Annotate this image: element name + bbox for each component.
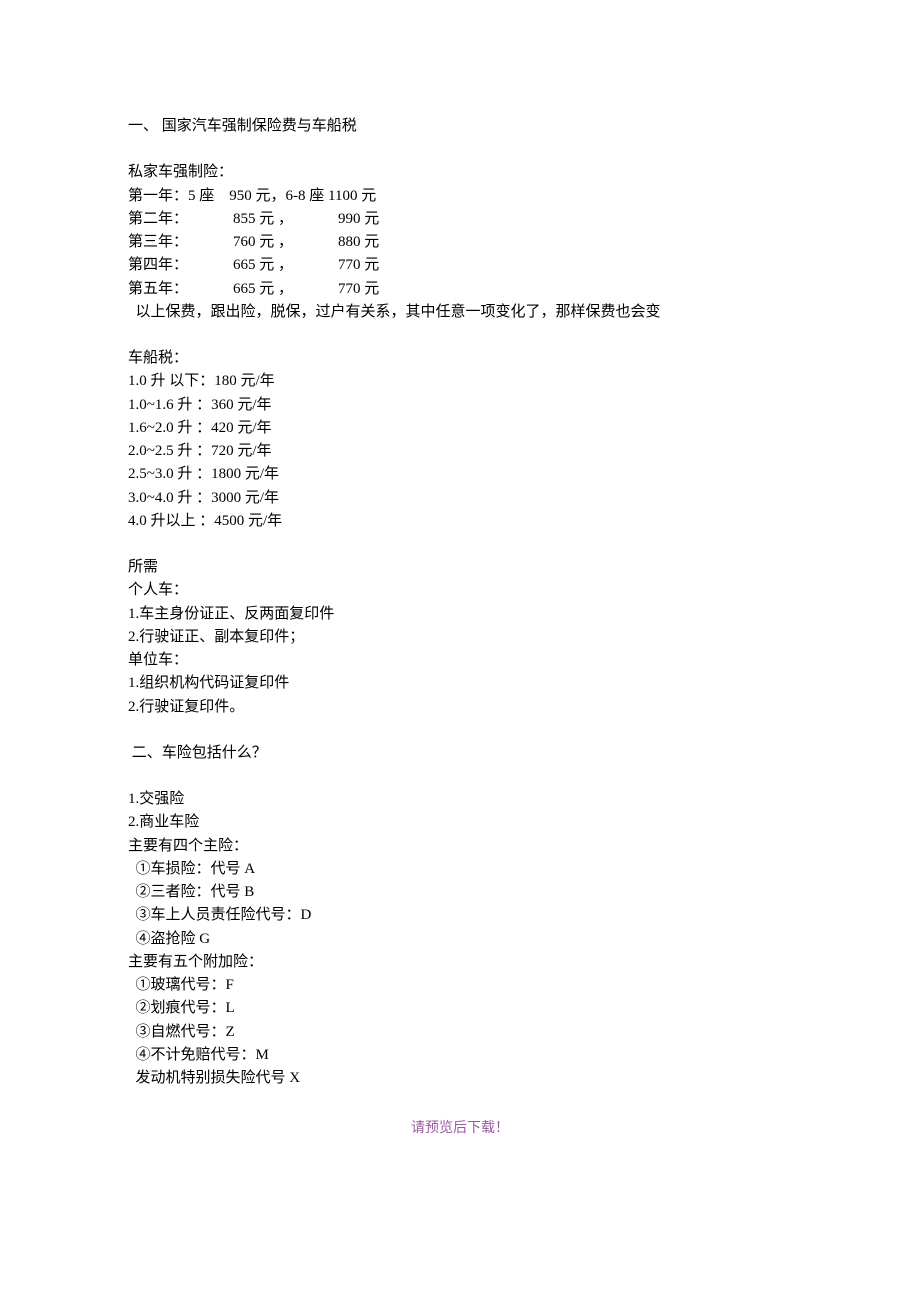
section-1-title-block: 一、 国家汽车强制保险费与车船税 <box>128 115 792 138</box>
req-personal-item: 1.车主身份证正、反两面复印件 <box>128 603 792 626</box>
document-page: 一、 国家汽车强制保险费与车船税 私家车强制险： 第一年：5 座 950 元，6… <box>0 0 920 1170</box>
s2-item: 1.交强险 <box>128 788 792 811</box>
req-personal-item: 2.行驶证正、副本复印件； <box>128 626 792 649</box>
main-insurance-item: ②三者险：代号 B <box>128 881 792 904</box>
addon-insurance-item: ④不计免赔代号：M <box>128 1044 792 1067</box>
req-heading: 所需 <box>128 556 792 579</box>
section-2-body: 1.交强险 2.商业车险 主要有四个主险： ①车损险：代号 A ②三者险：代号 … <box>128 788 792 1090</box>
compulsory-block: 私家车强制险： 第一年：5 座 950 元，6-8 座 1100 元 第二年： … <box>128 161 792 324</box>
tax-heading: 车船税： <box>128 347 792 370</box>
compulsory-row: 第五年： 665 元 ， 770 元 <box>128 278 792 301</box>
tax-row: 1.0~1.6 升 ：360 元/年 <box>128 394 792 417</box>
compulsory-heading: 私家车强制险： <box>128 161 792 184</box>
section-1-title: 一、 国家汽车强制保险费与车船税 <box>128 115 792 138</box>
req-unit-heading: 单位车： <box>128 649 792 672</box>
main-insurance-item: ③车上人员责任险代号：D <box>128 904 792 927</box>
tax-row: 2.0~2.5 升 ：720 元/年 <box>128 440 792 463</box>
req-unit-item: 2.行驶证复印件。 <box>128 696 792 719</box>
compulsory-note: 以上保费，跟出险，脱保，过户有关系，其中任意一项变化了，那样保费也会变 <box>128 301 792 324</box>
main-insurance-item: ④盗抢险 G <box>128 928 792 951</box>
s2-item: 2.商业车险 <box>128 811 792 834</box>
tax-block: 车船税： 1.0 升 以下：180 元/年 1.0~1.6 升 ：360 元/年… <box>128 347 792 533</box>
compulsory-row: 第四年： 665 元 ， 770 元 <box>128 254 792 277</box>
addon-insurance-item: ②划痕代号：L <box>128 997 792 1020</box>
addon-insurance-item: ①玻璃代号：F <box>128 974 792 997</box>
main-insurance-item: ①车损险：代号 A <box>128 858 792 881</box>
tax-row: 2.5~3.0 升 ：1800 元/年 <box>128 463 792 486</box>
compulsory-row: 第二年： 855 元 ， 990 元 <box>128 208 792 231</box>
addon-insurance-item: 发动机特别损失险代号 X <box>128 1067 792 1090</box>
main-insurance-heading: 主要有四个主险： <box>128 835 792 858</box>
requirements-block: 所需 个人车： 1.车主身份证正、反两面复印件 2.行驶证正、副本复印件； 单位… <box>128 556 792 719</box>
compulsory-row: 第三年： 760 元 ， 880 元 <box>128 231 792 254</box>
tax-row: 1.0 升 以下：180 元/年 <box>128 370 792 393</box>
tax-row: 4.0 升以上 ：4500 元/年 <box>128 510 792 533</box>
section-2-title: 二、车险包括什么？ <box>128 742 792 765</box>
addon-insurance-item: ③自燃代号：Z <box>128 1021 792 1044</box>
addon-insurance-heading: 主要有五个附加险： <box>128 951 792 974</box>
section-2-title-block: 二、车险包括什么？ <box>128 742 792 765</box>
req-unit-item: 1.组织机构代码证复印件 <box>128 672 792 695</box>
tax-row: 3.0~4.0 升 ：3000 元/年 <box>128 487 792 510</box>
req-personal-heading: 个人车： <box>128 579 792 602</box>
tax-row: 1.6~2.0 升 ：420 元/年 <box>128 417 792 440</box>
compulsory-row: 第一年：5 座 950 元，6-8 座 1100 元 <box>128 185 792 208</box>
page-footer: 请预览后下载！ <box>128 1118 792 1140</box>
